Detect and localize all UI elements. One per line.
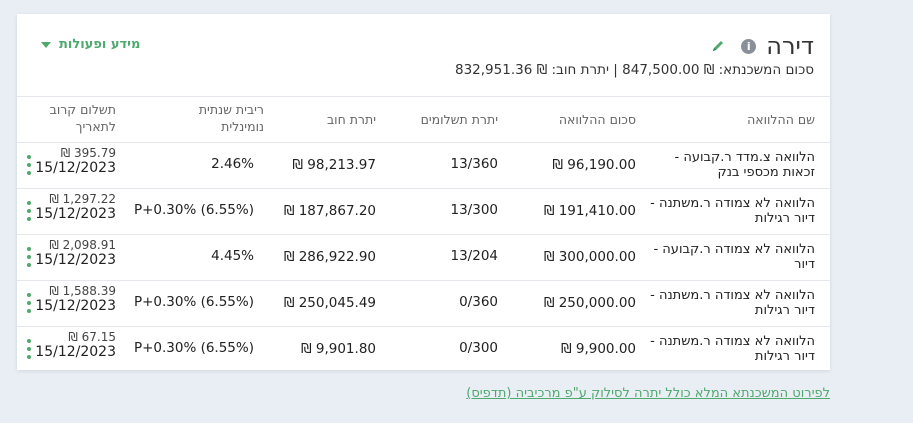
col-loan-name: שם ההלוואה [747, 112, 815, 127]
table-row: הלוואה לא צמודה ר.משתנה - דיור רגילות 9,… [17, 327, 830, 372]
remaining-payments: 13/360 [450, 156, 499, 172]
table-row: הלוואה לא צמודה ר.משתנה - דיור רגילות 25… [17, 281, 830, 327]
table-row: הלוואה צ.מדד ר.קבועה - זכאות מכספי בנק 9… [17, 143, 830, 189]
loan-name: הלוואה צ.מדד ר.קבועה - זכאות מכספי בנק [674, 150, 816, 180]
table-row: הלוואה לא צמודה ר.קבועה - דיור 300,000.0… [17, 235, 830, 281]
loan-name: הלוואה לא צמודה ר.קבועה - דיור [653, 242, 815, 272]
remaining-payments: 0/300 [459, 340, 498, 356]
pencil-icon[interactable] [711, 39, 725, 53]
title-row: דירה i [711, 32, 814, 60]
info-actions-dropdown[interactable]: מידע ופעולות [41, 37, 140, 52]
next-payment-date: 15/12/2023 [35, 344, 116, 360]
info-actions-label: מידע ופעולות [59, 37, 141, 52]
remaining-payments: 13/204 [450, 248, 499, 264]
next-payment: 67.15 ₪ 15/12/2023 [26, 330, 116, 360]
next-payment: 1,588.39 ₪ 15/12/2023 [26, 284, 116, 314]
next-payment-amount: 1,297.22 ₪ [49, 192, 116, 206]
col-interest-rate: ריבית שנתית נומינלית [198, 102, 264, 134]
interest-rate: 4.45% [211, 248, 254, 264]
col-loan-amount: סכום ההלוואה [558, 112, 636, 127]
kebab-menu-icon[interactable] [26, 293, 32, 313]
remaining-payments: 0/360 [459, 294, 498, 310]
info-icon[interactable]: i [741, 38, 757, 54]
remaining-payments: 13/300 [450, 202, 499, 218]
loan-amount: 191,410.00 ₪ [543, 203, 636, 219]
next-payment-date: 15/12/2023 [35, 252, 116, 268]
kebab-menu-icon[interactable] [26, 201, 32, 221]
next-payment-date: 15/12/2023 [35, 298, 116, 314]
next-payment: 1,297.22 ₪ 15/12/2023 [26, 192, 116, 222]
loan-balance: 250,045.49 ₪ [283, 295, 376, 311]
card-header: דירה i סכום המשכנתא: ‎847,500.00 ₪‎ | ית… [17, 14, 830, 96]
loans-table: שם ההלוואה סכום ההלוואה יתרת תשלומים יתר… [17, 96, 830, 372]
kebab-menu-icon[interactable] [26, 155, 32, 175]
loan-amount: 250,000.00 ₪ [543, 295, 636, 311]
col-remaining-payments: יתרת תשלומים [420, 112, 498, 127]
loan-amount: 96,190.00 ₪ [552, 157, 636, 173]
triangle-down-icon [41, 41, 51, 48]
loan-balance: 9,901.80 ₪ [300, 341, 376, 357]
next-payment-amount: 67.15 ₪ [68, 330, 116, 344]
loan-name: הלוואה לא צמודה ר.משתנה - דיור רגילות [650, 334, 815, 364]
col-next-payment: תשלום קרוב לתאריך [49, 102, 116, 134]
next-payment: 395.79 ₪ 15/12/2023 [26, 146, 116, 176]
interest-rate: P+0.30% (6.55%) [133, 202, 254, 218]
interest-rate: 2.46% [211, 156, 254, 172]
full-mortgage-statement-link[interactable]: לפירוט המשכנתא המלא כולל יתרה לסילוק ע"פ… [466, 386, 830, 401]
next-payment-amount: 1,588.39 ₪ [49, 284, 116, 298]
table-header: שם ההלוואה סכום ההלוואה יתרת תשלומים יתר… [17, 96, 830, 143]
col-balance: יתרת חוב [326, 112, 376, 127]
next-payment-amount: 2,098.91 ₪ [49, 238, 116, 252]
loan-balance: 187,867.20 ₪ [283, 203, 376, 219]
kebab-menu-icon[interactable] [26, 247, 32, 267]
loan-name: הלוואה לא צמודה ר.משתנה - דיור רגילות [650, 196, 815, 226]
loan-name: הלוואה לא צמודה ר.משתנה - דיור רגילות [650, 288, 815, 318]
mortgage-summary: סכום המשכנתא: ‎847,500.00 ₪‎ | יתרת חוב:… [455, 62, 814, 78]
next-payment-amount: 395.79 ₪ [60, 146, 116, 160]
kebab-menu-icon[interactable] [26, 339, 32, 359]
loan-amount: 300,000.00 ₪ [543, 249, 636, 265]
loan-balance: 286,922.90 ₪ [283, 249, 376, 265]
next-payment: 2,098.91 ₪ 15/12/2023 [26, 238, 116, 268]
next-payment-date: 15/12/2023 [35, 160, 116, 176]
mortgage-card: דירה i סכום המשכנתא: ‎847,500.00 ₪‎ | ית… [17, 14, 830, 370]
loan-amount: 9,900.00 ₪ [560, 341, 636, 357]
table-row: הלוואה לא צמודה ר.משתנה - דיור רגילות 19… [17, 189, 830, 235]
property-title: דירה [766, 32, 814, 60]
next-payment-date: 15/12/2023 [35, 206, 116, 222]
loan-balance: 98,213.97 ₪ [292, 157, 376, 173]
interest-rate: P+0.30% (6.55%) [133, 294, 254, 310]
interest-rate: P+0.30% (6.55%) [133, 340, 254, 356]
